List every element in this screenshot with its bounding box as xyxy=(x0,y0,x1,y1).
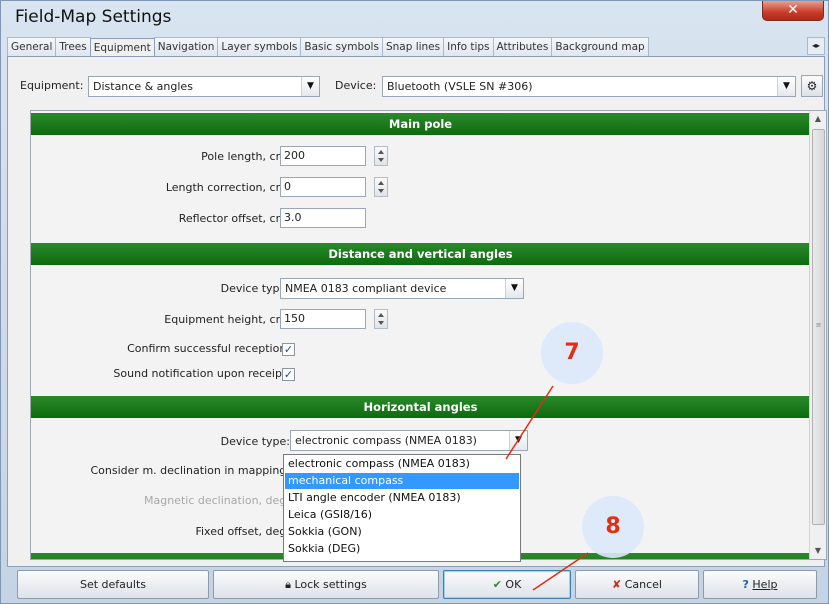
help-label: Help xyxy=(752,578,778,591)
confirm-reception-checkbox[interactable]: ✓ xyxy=(282,343,295,356)
tab-layer-symbols[interactable]: Layer symbols xyxy=(217,37,302,56)
lock-settings-button[interactable]: 🔒︎ Lock settings xyxy=(213,570,439,599)
tab-strip: General Trees Equipment Navigation Layer sym… xyxy=(7,35,825,57)
button-bar: Set defaults 🔒︎ Lock settings ✔ OK ✘ Can… xyxy=(7,568,825,602)
callout-7: 7 xyxy=(541,322,603,384)
set-defaults-button[interactable]: Set defaults xyxy=(17,570,209,599)
scroll-down-icon[interactable]: ▼ xyxy=(810,543,826,559)
tab-scroll-arrows-icon[interactable]: ◂▸ xyxy=(807,37,825,55)
tab-general[interactable]: General xyxy=(7,37,57,56)
scroll-grip-icon: ≡ xyxy=(815,321,822,329)
device-settings-icon: ⚙ xyxy=(806,79,818,93)
tab-info-tips[interactable]: Info tips xyxy=(443,37,494,56)
chevron-down-icon[interactable]: ▼ xyxy=(509,431,527,450)
chevron-down-icon[interactable]: ▼ xyxy=(301,77,319,96)
sound-notification-label: Sound notification upon receipt: xyxy=(113,367,290,380)
sound-notification-checkbox[interactable]: ✓ xyxy=(282,368,295,381)
device-settings-button[interactable]: ⚙ xyxy=(801,75,823,97)
cancel-label: Cancel xyxy=(624,578,662,591)
dropdown-option[interactable]: electronic compass (NMEA 0183) xyxy=(285,456,519,472)
horizontal-device-type-select[interactable]: electronic compass (NMEA 0183) ▼ xyxy=(290,430,528,451)
length-correction-stepper[interactable] xyxy=(374,177,388,197)
horizontal-device-type-label: Device type: xyxy=(220,435,290,448)
vertical-scrollbar[interactable]: ▲ ≡ ▼ xyxy=(809,111,826,559)
reflector-offset-label: Reflector offset, cm: xyxy=(178,212,290,225)
tab-attributes[interactable]: Attributes xyxy=(492,37,553,56)
dropdown-option[interactable]: Sokkia (DEG) xyxy=(285,541,519,557)
equipment-label: Equipment: xyxy=(20,79,84,92)
reflector-offset-field[interactable]: 3.0 xyxy=(280,208,366,228)
device-label: Device: xyxy=(335,79,377,92)
checkmark-icon: ✔ xyxy=(492,578,502,591)
length-correction-label: Length correction, cm: xyxy=(165,181,290,194)
length-correction-field[interactable]: 0 xyxy=(280,177,366,197)
tab-snap-lines[interactable]: Snap lines xyxy=(381,37,445,56)
section-horizontal-angles: Horizontal angles xyxy=(31,396,810,418)
horizontal-device-type-value: electronic compass (NMEA 0183) xyxy=(295,434,477,447)
lock-settings-label: Lock settings xyxy=(294,578,367,591)
section-main-pole: Main pole xyxy=(31,113,810,135)
cancel-x-icon: ✘ xyxy=(612,578,622,591)
consider-declination-label: Consider m. declination in mapping: xyxy=(90,464,291,477)
ok-button[interactable]: ✔ OK xyxy=(443,570,571,599)
cancel-button[interactable]: ✘ Cancel xyxy=(575,570,699,599)
chevron-down-icon[interactable]: ▼ xyxy=(777,77,795,96)
distance-device-type-select[interactable]: NMEA 0183 compliant device ▼ xyxy=(280,278,524,299)
help-question-icon: ? xyxy=(742,578,749,591)
ok-label: OK xyxy=(505,578,522,591)
pole-length-stepper[interactable] xyxy=(374,146,388,166)
confirm-reception-label: Confirm successful reception: xyxy=(127,342,290,355)
fixed-offset-label: Fixed offset, deg: xyxy=(195,525,290,538)
tab-trees[interactable]: Trees xyxy=(55,37,91,56)
chevron-down-icon[interactable]: ▼ xyxy=(505,279,523,298)
tab-basic-symbols[interactable]: Basic symbols xyxy=(300,37,383,56)
tab-background-map[interactable]: Background map xyxy=(551,37,649,56)
title-bar: Field-Map Settings ✕ xyxy=(1,1,829,33)
help-button[interactable]: ? Help xyxy=(703,570,817,599)
dropdown-option[interactable]: Leica (GSI8/16) xyxy=(285,507,519,523)
pole-length-label: Pole length, cm: xyxy=(201,150,290,163)
set-defaults-label: Set defaults xyxy=(80,578,146,591)
device-select-value: Bluetooth (VSLE SN #306) xyxy=(387,80,533,93)
scroll-up-icon[interactable]: ▲ xyxy=(810,111,826,127)
callout-8: 8 xyxy=(582,496,644,558)
horizontal-device-type-dropdown: electronic compass (NMEA 0183) mechanica… xyxy=(283,454,521,562)
window-title: Field-Map Settings xyxy=(15,7,172,27)
equipment-select-value: Distance & angles xyxy=(93,80,193,93)
equipment-select[interactable]: Distance & angles ▼ xyxy=(88,76,320,97)
tab-navigation[interactable]: Navigation xyxy=(153,37,219,56)
equipment-height-label: Equipment height, cm: xyxy=(164,313,290,326)
close-button[interactable]: ✕ xyxy=(762,1,824,21)
settings-window: Field-Map Settings ✕ General Trees Equipme… xyxy=(0,0,829,604)
tab-equipment[interactable]: Equipment xyxy=(89,38,155,56)
magnetic-declination-label: Magnetic declination, deg: xyxy=(144,494,290,507)
dropdown-option-selected[interactable]: mechanical compass xyxy=(284,472,520,490)
distance-device-type-value: NMEA 0183 compliant device xyxy=(285,282,447,295)
lock-icon: 🔒︎ xyxy=(285,578,291,591)
dropdown-option[interactable]: LTI angle encoder (NMEA 0183) xyxy=(285,490,519,506)
pole-length-field[interactable]: 200 xyxy=(280,146,366,166)
dropdown-option[interactable]: Sokkia (GON) xyxy=(285,524,519,540)
section-distance-vertical: Distance and vertical angles xyxy=(31,243,810,265)
device-select[interactable]: Bluetooth (VSLE SN #306) ▼ xyxy=(382,76,796,97)
equipment-height-stepper[interactable] xyxy=(374,309,388,329)
equipment-height-field[interactable]: 150 xyxy=(280,309,366,329)
